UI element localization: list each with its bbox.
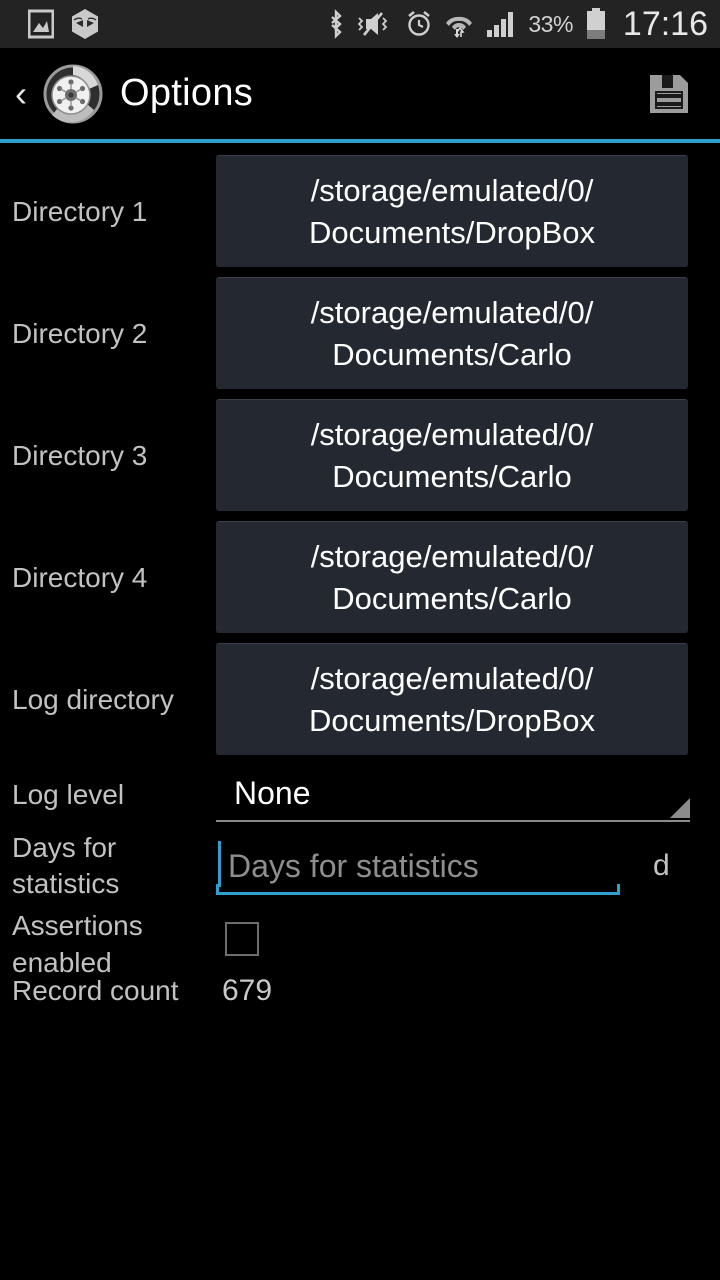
log-directory-path-line1: /storage/emulated/0/ xyxy=(310,660,594,696)
label-directory-2: Directory 2 xyxy=(12,317,148,349)
row-log-level: Log level None xyxy=(0,760,720,828)
label-directory-4: Directory 4 xyxy=(12,561,148,593)
label-days-line1: Days for xyxy=(12,832,117,863)
record-count-value: 679 xyxy=(222,974,273,1007)
directory-2-path-line2: Documents/Carlo xyxy=(332,336,572,372)
floppy-disk-save-icon xyxy=(650,74,688,113)
back-chevron-icon[interactable]: ‹ xyxy=(4,75,38,112)
signal-icon xyxy=(487,12,514,37)
tire-wheel-icon[interactable] xyxy=(42,63,104,125)
spinner-dropdown-icon xyxy=(670,798,690,818)
label-days-for-statistics: Days for statistics xyxy=(0,830,216,902)
action-bar: ‹ Options xyxy=(0,48,720,139)
screenshot-image-icon xyxy=(28,9,54,39)
battery-icon xyxy=(586,8,605,39)
bluetooth-icon xyxy=(331,9,343,39)
status-bar-left-icons xyxy=(12,8,100,40)
label-days-line2: statistics xyxy=(12,868,120,899)
row-directory-3: Directory 3 /storage/emulated/0/ Documen… xyxy=(0,394,720,516)
directory-1-path-line2: Documents/DropBox xyxy=(308,214,595,250)
log-level-value: None xyxy=(234,774,311,811)
log-level-spinner[interactable]: None xyxy=(216,766,690,822)
hexagon-app-icon xyxy=(72,9,98,39)
status-bar-right-icons: 33% 17:16 xyxy=(327,7,708,41)
row-assertions-enabled: Assertions enabled xyxy=(0,904,720,978)
status-bar[interactable]: 33% 17:16 xyxy=(0,0,720,48)
input-underline xyxy=(216,884,620,895)
label-directory-3: Directory 3 xyxy=(12,439,148,471)
row-directory-1: Directory 1 /storage/emulated/0/ Documen… xyxy=(0,150,720,272)
directory-3-button[interactable]: /storage/emulated/0/ Documents/Carlo xyxy=(216,399,688,511)
row-directory-2: Directory 2 /storage/emulated/0/ Documen… xyxy=(0,272,720,394)
directory-4-path-line1: /storage/emulated/0/ xyxy=(310,538,594,574)
directory-3-path-line2: Documents/Carlo xyxy=(332,458,572,494)
vibrate-mute-icon xyxy=(358,12,388,36)
days-for-statistics-placeholder: Days for statistics xyxy=(228,847,479,884)
directory-4-button[interactable]: /storage/emulated/0/ Documents/Carlo xyxy=(216,521,688,633)
status-bar-clock: 17:16 xyxy=(622,5,708,43)
page-title: Options xyxy=(120,72,254,114)
label-log-level: Log level xyxy=(12,778,125,810)
directory-1-button[interactable]: /storage/emulated/0/ Documents/DropBox xyxy=(216,155,688,267)
battery-percent-label: 33% xyxy=(528,10,573,37)
alarm-icon xyxy=(408,10,431,36)
days-for-statistics-input[interactable]: Days for statistics xyxy=(216,837,620,895)
directory-2-path-line1: /storage/emulated/0/ xyxy=(310,294,594,330)
options-form: Directory 1 /storage/emulated/0/ Documen… xyxy=(0,143,720,1016)
directory-1-path-line1: /storage/emulated/0/ xyxy=(310,172,594,208)
days-unit-label: d xyxy=(653,849,670,882)
label-assertions-line1: Assertions xyxy=(12,910,143,941)
save-button[interactable] xyxy=(646,71,692,117)
row-days-for-statistics: Days for statistics Days for statistics … xyxy=(0,828,720,904)
assertions-enabled-checkbox[interactable] xyxy=(225,922,259,956)
directory-3-path-line1: /storage/emulated/0/ xyxy=(310,416,594,452)
label-record-count: Record count xyxy=(12,975,179,1006)
log-directory-path-line2: Documents/DropBox xyxy=(308,702,595,738)
directory-4-path-line2: Documents/Carlo xyxy=(332,580,572,616)
label-directory-1: Directory 1 xyxy=(12,195,148,227)
log-directory-button[interactable]: /storage/emulated/0/ Documents/DropBox xyxy=(216,643,688,755)
text-caret xyxy=(218,841,221,887)
row-log-directory: Log directory /storage/emulated/0/ Docum… xyxy=(0,638,720,760)
row-record-count: Record count 679 xyxy=(0,966,720,1016)
directory-2-button[interactable]: /storage/emulated/0/ Documents/Carlo xyxy=(216,277,688,389)
wifi-icon xyxy=(446,16,473,38)
label-log-directory: Log directory xyxy=(12,683,174,715)
row-directory-4: Directory 4 /storage/emulated/0/ Documen… xyxy=(0,516,720,638)
